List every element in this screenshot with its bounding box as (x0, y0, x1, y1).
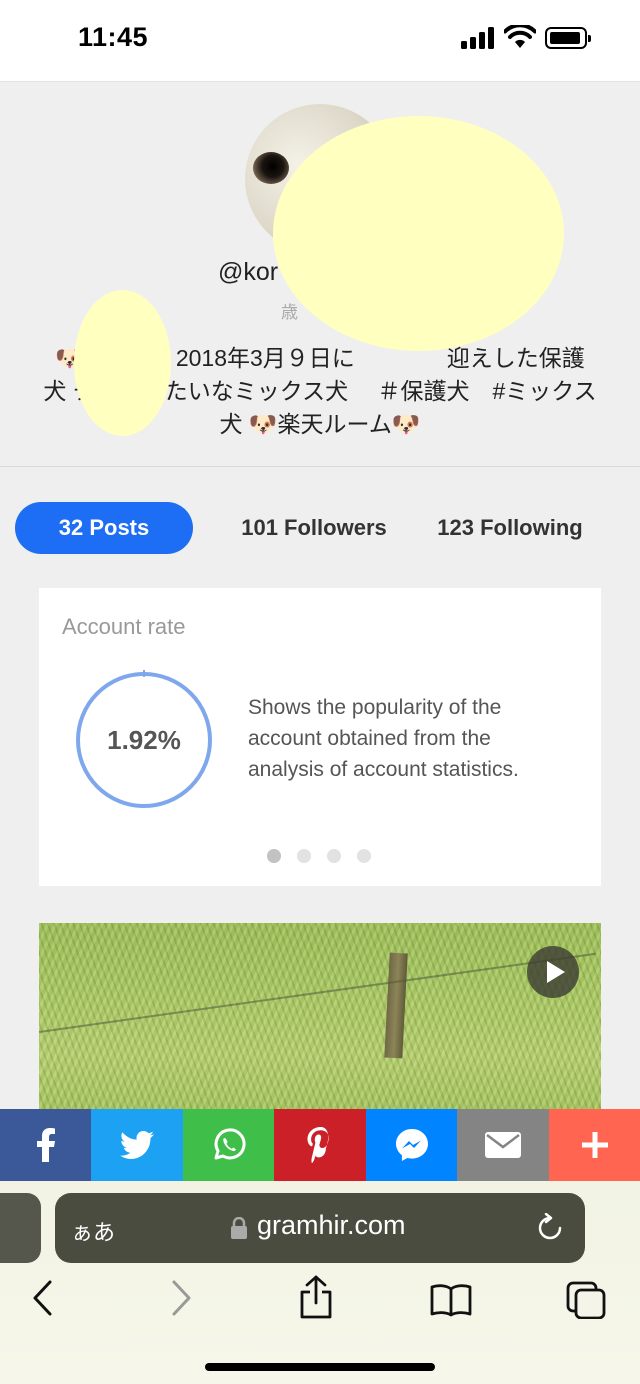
fence-post (384, 952, 408, 1059)
whatsapp-icon (214, 1128, 246, 1160)
share-twitter-button[interactable] (91, 1109, 183, 1181)
messenger-icon (395, 1129, 428, 1161)
share-facebook-button[interactable] (0, 1109, 91, 1181)
carousel-dot[interactable] (327, 849, 341, 863)
back-icon[interactable] (30, 1279, 56, 1317)
battery-icon (545, 27, 591, 49)
email-icon (485, 1132, 521, 1158)
rate-value: 1.92% (107, 724, 181, 755)
carousel-dots (267, 849, 371, 863)
avatar-dog-eye (253, 152, 289, 184)
profile-username: @kor (218, 258, 279, 286)
text-size-button[interactable]: ぁあ (71, 1215, 115, 1247)
carousel-dot[interactable] (267, 849, 281, 863)
status-time: 11:45 (78, 22, 149, 52)
wifi-icon (504, 25, 536, 48)
tab-following[interactable]: 123 Following (425, 502, 595, 554)
redaction-blob (273, 116, 564, 351)
home-indicator (205, 1363, 435, 1371)
reload-icon[interactable] (535, 1213, 565, 1243)
carousel-dot[interactable] (297, 849, 311, 863)
previous-tab-preview[interactable] (0, 1193, 41, 1263)
carousel-dot[interactable] (357, 849, 371, 863)
play-icon[interactable] (527, 946, 579, 998)
post-media-thumbnail[interactable] (39, 923, 601, 1113)
share-icon[interactable] (298, 1275, 334, 1319)
rate-description: Shows the popularity of the account obta… (248, 696, 519, 781)
tab-followers[interactable]: 101 Followers (228, 502, 400, 554)
share-pinterest-button[interactable] (274, 1109, 366, 1181)
redaction-blob (74, 290, 171, 436)
status-bar: 11:45 (0, 0, 640, 82)
share-email-button[interactable] (457, 1109, 549, 1181)
twitter-icon (120, 1131, 154, 1159)
address-bar[interactable]: ぁあ gramhir.com (55, 1193, 585, 1263)
share-messenger-button[interactable] (366, 1109, 457, 1181)
tabs-icon[interactable] (566, 1281, 606, 1319)
plus-icon (581, 1132, 608, 1158)
pinterest-icon (307, 1127, 329, 1163)
browser-toolbar: ぁあ gramhir.com (0, 1181, 640, 1384)
bookmarks-icon[interactable] (430, 1283, 472, 1317)
profile-subtitle: 歳 (281, 303, 298, 322)
lock-icon (231, 1217, 247, 1239)
share-more-button[interactable] (549, 1109, 640, 1181)
facebook-icon (36, 1128, 55, 1162)
url-text: gramhir.com (257, 1210, 406, 1240)
forward-icon[interactable] (168, 1279, 194, 1317)
share-bar (0, 1109, 640, 1181)
cellular-signal-icon (461, 27, 495, 49)
share-whatsapp-button[interactable] (183, 1109, 274, 1181)
account-rate-card[interactable]: Account rate 1.92% Shows the popularity … (39, 588, 601, 886)
fence-wire (39, 952, 596, 1033)
tab-posts[interactable]: 32 Posts (15, 502, 193, 554)
section-divider (0, 466, 640, 467)
card-title: Account rate (62, 614, 186, 639)
